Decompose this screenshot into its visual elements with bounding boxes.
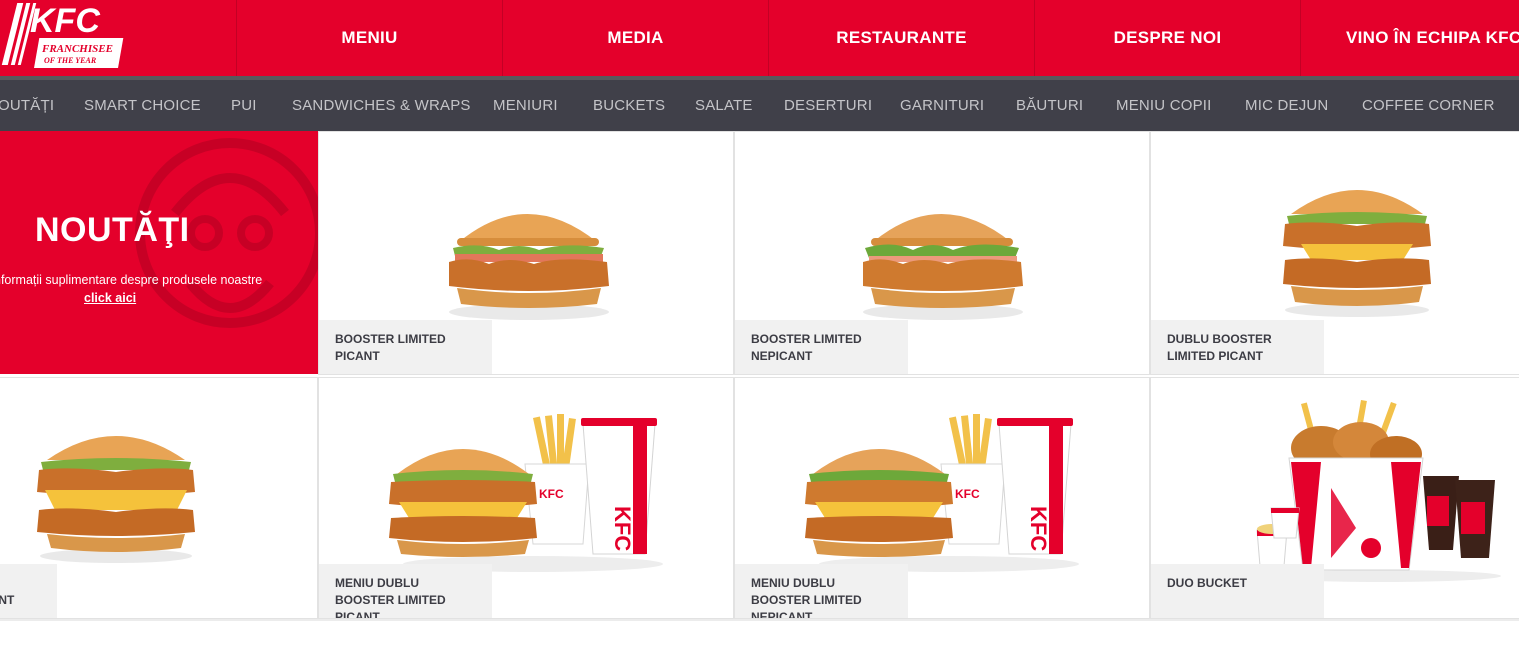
hero-info-text: nformații suplimentare despre produsele …: [0, 273, 263, 287]
svg-text:KFC: KFC: [1026, 506, 1051, 551]
colonel-watermark-icon: [135, 138, 318, 328]
category-garnituri[interactable]: GARNITURI: [900, 80, 984, 131]
product-card[interactable]: BOOSTER LIMITED PICANT: [318, 131, 734, 375]
product-card[interactable]: DUO BUCKET: [1150, 377, 1519, 619]
category-bauturi[interactable]: BĂUTURI: [1016, 80, 1083, 131]
product-name: BOOSTER LIMITED PICANT: [319, 320, 492, 374]
product-card[interactable]: ER CANT: [0, 377, 318, 619]
product-name: MENIU DUBLU BOOSTER LIMITED PICANT: [319, 564, 492, 618]
grid-bottom-divider: [0, 619, 1519, 621]
hero-title: NOUTĂŢI: [35, 211, 190, 249]
product-grid: NOUTĂŢI nformații suplimentare despre pr…: [0, 131, 1519, 672]
click-aici-link[interactable]: click aici: [84, 291, 136, 305]
product-name: DUO BUCKET: [1151, 564, 1324, 618]
category-mic-dejun[interactable]: MIC DEJUN: [1245, 80, 1328, 131]
bucket-icon: [1256, 400, 1501, 582]
category-smart-choice[interactable]: SMART CHOICE: [84, 80, 201, 131]
burger-icon: [863, 214, 1023, 320]
nav-despre-noi[interactable]: DESPRE NOI: [1034, 0, 1300, 76]
burger-icon: [449, 214, 609, 320]
svg-text:KFC: KFC: [539, 487, 564, 501]
product-name: DUBLU BOOSTER LIMITED PICANT: [1151, 320, 1324, 374]
main-nav: MENIU MEDIA RESTAURANTE DESPRE NOI VINO …: [236, 0, 1519, 76]
nav-meniu[interactable]: MENIU: [236, 0, 502, 76]
svg-text:KFC: KFC: [610, 506, 635, 551]
category-pui[interactable]: PUI: [231, 80, 257, 131]
svg-text:KFC: KFC: [955, 487, 980, 501]
hero-link-suffix: .: [133, 291, 137, 305]
category-nav: NOUTĂȚI SMART CHOICE PUI SANDWICHES & WR…: [0, 80, 1519, 131]
category-noutati[interactable]: NOUTĂȚI: [0, 80, 54, 131]
menu-combo-icon: KFC KFC: [805, 414, 1079, 572]
top-navigation-bar: KFC FRANCHISEE OF THE YEAR MENIU MEDIA R…: [0, 0, 1519, 76]
product-card[interactable]: KFC KFC MENIU DUBLU BOOSTER LIMITED NEPI…: [734, 377, 1150, 619]
product-name: ER CANT: [0, 564, 57, 618]
double-burger-icon: [37, 436, 195, 563]
product-card[interactable]: BOOSTER LIMITED NEPICANT: [734, 131, 1150, 375]
nav-media[interactable]: MEDIA: [502, 0, 768, 76]
svg-text:OF THE YEAR: OF THE YEAR: [44, 56, 97, 65]
product-name: BOOSTER LIMITED NEPICANT: [735, 320, 908, 374]
hero-panel: NOUTĂŢI nformații suplimentare despre pr…: [0, 131, 318, 374]
logo-wordmark: KFC: [30, 2, 100, 40]
category-meniuri[interactable]: MENIURI: [493, 80, 558, 131]
category-sandwiches-wraps[interactable]: SANDWICHES & WRAPS: [292, 80, 471, 131]
product-name: MENIU DUBLU BOOSTER LIMITED NEPICANT: [735, 564, 908, 618]
product-card[interactable]: KFC KFC MENIU DUBLU BOOSTER LIMITED PICA…: [318, 377, 734, 619]
kfc-logo[interactable]: KFC FRANCHISEE OF THE YEAR: [0, 0, 236, 76]
category-buckets[interactable]: BUCKETS: [593, 80, 665, 131]
double-burger-icon: [1283, 190, 1431, 317]
nav-restaurante[interactable]: RESTAURANTE: [768, 0, 1034, 76]
nav-vino-in-echipa[interactable]: VINO ÎN ECHIPA KFC: [1300, 0, 1519, 76]
menu-combo-icon: KFC KFC: [389, 414, 663, 572]
product-card[interactable]: DUBLU BOOSTER LIMITED PICANT: [1150, 131, 1519, 375]
category-coffee-corner[interactable]: COFFEE CORNER: [1362, 80, 1495, 131]
category-deserturi[interactable]: DESERTURI: [784, 80, 872, 131]
category-salate[interactable]: SALATE: [695, 80, 753, 131]
svg-text:FRANCHISEE: FRANCHISEE: [41, 43, 113, 55]
category-meniu-copii[interactable]: MENIU COPII: [1116, 80, 1212, 131]
